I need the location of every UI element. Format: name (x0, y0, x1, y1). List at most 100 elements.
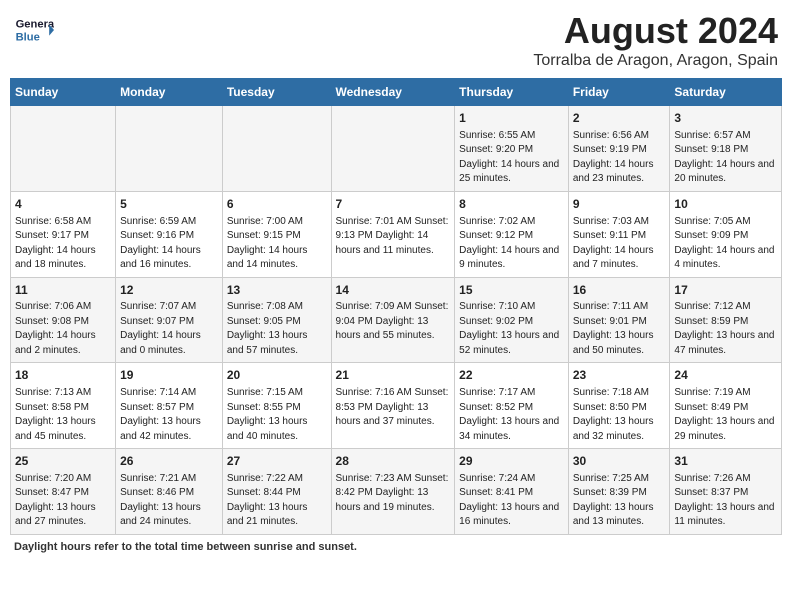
day-info: Sunrise: 7:03 AM Sunset: 9:11 PM Dayligh… (573, 215, 666, 273)
calendar-cell: 25 Sunrise: 7:20 AM Sunset: 8:47 PM Dayli… (11, 449, 116, 535)
footer-description: refer to the total time between sunrise … (91, 541, 357, 553)
calendar-cell: 1Sunrise: 6:55 AM Sunset: 9:20 PM Daylig… (455, 106, 569, 192)
day-number: 4 (15, 196, 111, 213)
day-number: 26 (120, 453, 218, 470)
calendar-cell: 19 Sunrise: 7:14 AM Sunset: 8:57 PM Dayli… (116, 363, 223, 449)
calendar-cell: 24Sunrise: 7:19 AM Sunset: 8:49 PM Dayli… (670, 363, 782, 449)
day-number: 16 (573, 282, 666, 299)
day-info: Sunrise: 7:00 AM Sunset: 9:15 PM Dayligh… (227, 215, 327, 273)
calendar-cell: 28 Sunrise: 7:23 AM Sunset: 8:42 PM Dayli… (331, 449, 455, 535)
day-info: Sunrise: 7:09 AM Sunset: 9:04 PM Dayligh… (336, 300, 451, 344)
calendar-cell (222, 106, 331, 192)
week-row-4: 25 Sunrise: 7:20 AM Sunset: 8:47 PM Dayli… (11, 449, 782, 535)
day-info: Sunrise: 7:17 AM Sunset: 8:52 PM Dayligh… (459, 386, 564, 444)
calendar-cell: 11Sunrise: 7:06 AM Sunset: 9:08 PM Dayli… (11, 277, 116, 363)
calendar-cell: 4 Sunrise: 6:58 AM Sunset: 9:17 PM Daylig… (11, 191, 116, 277)
day-number: 29 (459, 453, 564, 470)
calendar-cell: 16Sunrise: 7:11 AM Sunset: 9:01 PM Dayli… (568, 277, 670, 363)
calendar-cell (11, 106, 116, 192)
day-info: Sunrise: 7:26 AM Sunset: 8:37 PM Dayligh… (674, 472, 777, 530)
day-info: Sunrise: 7:10 AM Sunset: 9:02 PM Dayligh… (459, 300, 564, 358)
day-number: 12 (120, 282, 218, 299)
day-info: Sunrise: 7:05 AM Sunset: 9:09 PM Dayligh… (674, 215, 777, 273)
day-number: 9 (573, 196, 666, 213)
day-number: 23 (573, 367, 666, 384)
calendar-cell: 26 Sunrise: 7:21 AM Sunset: 8:46 PM Dayli… (116, 449, 223, 535)
day-info: Sunrise: 6:59 AM Sunset: 9:16 PM Dayligh… (120, 215, 218, 273)
day-number: 28 (336, 453, 451, 470)
calendar-cell: 15Sunrise: 7:10 AM Sunset: 9:02 PM Dayli… (455, 277, 569, 363)
week-row-0: 1Sunrise: 6:55 AM Sunset: 9:20 PM Daylig… (11, 106, 782, 192)
day-number: 30 (573, 453, 666, 470)
week-row-2: 11Sunrise: 7:06 AM Sunset: 9:08 PM Dayli… (11, 277, 782, 363)
header-row: SundayMondayTuesdayWednesdayThursdayFrid… (11, 79, 782, 106)
calendar-cell (331, 106, 455, 192)
day-info: Sunrise: 7:16 AM Sunset: 8:53 PM Dayligh… (336, 386, 451, 430)
header-day-monday: Monday (116, 79, 223, 106)
day-number: 10 (674, 196, 777, 213)
calendar-cell: 20 Sunrise: 7:15 AM Sunset: 8:55 PM Dayli… (222, 363, 331, 449)
day-info: Sunrise: 7:11 AM Sunset: 9:01 PM Dayligh… (573, 300, 666, 358)
calendar-cell: 22Sunrise: 7:17 AM Sunset: 8:52 PM Dayli… (455, 363, 569, 449)
day-info: Sunrise: 7:21 AM Sunset: 8:46 PM Dayligh… (120, 472, 218, 530)
day-number: 31 (674, 453, 777, 470)
calendar-cell: 2 Sunrise: 6:56 AM Sunset: 9:19 PM Daylig… (568, 106, 670, 192)
day-number: 13 (227, 282, 327, 299)
calendar-cell: 29Sunrise: 7:24 AM Sunset: 8:41 PM Dayli… (455, 449, 569, 535)
day-info: Sunrise: 7:23 AM Sunset: 8:42 PM Dayligh… (336, 472, 451, 516)
day-info: Sunrise: 7:12 AM Sunset: 8:59 PM Dayligh… (674, 300, 777, 358)
calendar-cell: 14Sunrise: 7:09 AM Sunset: 9:04 PM Dayli… (331, 277, 455, 363)
day-number: 17 (674, 282, 777, 299)
day-number: 25 (15, 453, 111, 470)
day-number: 1 (459, 110, 564, 127)
header-day-wednesday: Wednesday (331, 79, 455, 106)
day-info: Sunrise: 7:20 AM Sunset: 8:47 PM Dayligh… (15, 472, 111, 530)
day-info: Sunrise: 7:02 AM Sunset: 9:12 PM Dayligh… (459, 215, 564, 273)
day-number: 5 (120, 196, 218, 213)
day-info: Sunrise: 7:22 AM Sunset: 8:44 PM Dayligh… (227, 472, 327, 530)
day-number: 15 (459, 282, 564, 299)
calendar-cell: 3 Sunrise: 6:57 AM Sunset: 9:18 PM Daylig… (670, 106, 782, 192)
day-number: 8 (459, 196, 564, 213)
day-number: 20 (227, 367, 327, 384)
day-number: 3 (674, 110, 777, 127)
main-title: August 2024 (533, 10, 778, 52)
page-header: General Blue August 2024 Torralba de Ara… (10, 10, 782, 70)
header-day-friday: Friday (568, 79, 670, 106)
calendar-cell: 18 Sunrise: 7:13 AM Sunset: 8:58 PM Dayli… (11, 363, 116, 449)
footer-note: Daylight hours refer to the total time b… (10, 541, 782, 553)
day-number: 21 (336, 367, 451, 384)
calendar-cell: 6Sunrise: 7:00 AM Sunset: 9:15 PM Daylig… (222, 191, 331, 277)
day-number: 27 (227, 453, 327, 470)
day-info: Sunrise: 7:25 AM Sunset: 8:39 PM Dayligh… (573, 472, 666, 530)
day-info: Sunrise: 6:56 AM Sunset: 9:19 PM Dayligh… (573, 129, 666, 187)
day-number: 24 (674, 367, 777, 384)
day-number: 2 (573, 110, 666, 127)
week-row-3: 18 Sunrise: 7:13 AM Sunset: 8:58 PM Dayli… (11, 363, 782, 449)
title-block: August 2024 Torralba de Aragon, Aragon, … (533, 10, 778, 70)
day-info: Sunrise: 7:14 AM Sunset: 8:57 PM Dayligh… (120, 386, 218, 444)
day-info: Sunrise: 7:08 AM Sunset: 9:05 PM Dayligh… (227, 300, 327, 358)
day-info: Sunrise: 7:07 AM Sunset: 9:07 PM Dayligh… (120, 300, 218, 358)
calendar-cell: 10 Sunrise: 7:05 AM Sunset: 9:09 PM Dayli… (670, 191, 782, 277)
calendar-cell: 27 Sunrise: 7:22 AM Sunset: 8:44 PM Dayli… (222, 449, 331, 535)
day-info: Sunrise: 7:01 AM Sunset: 9:13 PM Dayligh… (336, 215, 451, 259)
calendar-cell: 5 Sunrise: 6:59 AM Sunset: 9:16 PM Daylig… (116, 191, 223, 277)
logo: General Blue (14, 10, 54, 50)
day-info: Sunrise: 7:13 AM Sunset: 8:58 PM Dayligh… (15, 386, 111, 444)
calendar-cell: 23Sunrise: 7:18 AM Sunset: 8:50 PM Dayli… (568, 363, 670, 449)
calendar-cell: 7Sunrise: 7:01 AM Sunset: 9:13 PM Daylig… (331, 191, 455, 277)
daylight-hours-label: Daylight hours (14, 541, 91, 553)
logo-icon: General Blue (14, 10, 54, 50)
calendar-cell: 31 Sunrise: 7:26 AM Sunset: 8:37 PM Dayli… (670, 449, 782, 535)
header-day-saturday: Saturday (670, 79, 782, 106)
day-info: Sunrise: 6:58 AM Sunset: 9:17 PM Dayligh… (15, 215, 111, 273)
day-number: 19 (120, 367, 218, 384)
calendar-cell: 17Sunrise: 7:12 AM Sunset: 8:59 PM Dayli… (670, 277, 782, 363)
day-number: 18 (15, 367, 111, 384)
week-row-1: 4 Sunrise: 6:58 AM Sunset: 9:17 PM Daylig… (11, 191, 782, 277)
calendar-table: SundayMondayTuesdayWednesdayThursdayFrid… (10, 78, 782, 535)
day-info: Sunrise: 7:15 AM Sunset: 8:55 PM Dayligh… (227, 386, 327, 444)
sub-title: Torralba de Aragon, Aragon, Spain (533, 52, 778, 70)
day-info: Sunrise: 6:57 AM Sunset: 9:18 PM Dayligh… (674, 129, 777, 187)
